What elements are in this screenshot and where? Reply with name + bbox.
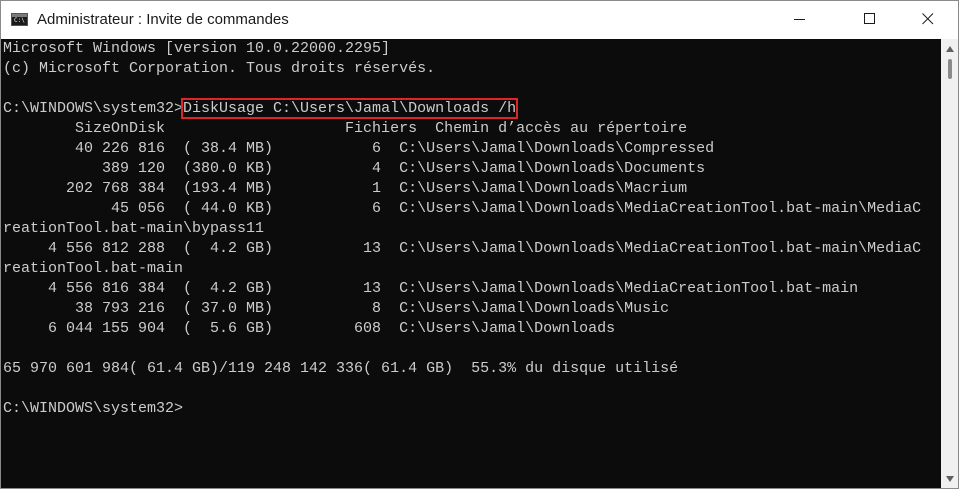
table-row: 38 793 216 ( 37.0 MB) 8 C:\Users\Jamal\D… (3, 300, 670, 317)
window-title: Administrateur : Invite de commandes (37, 11, 289, 28)
maximize-button[interactable] (848, 1, 894, 39)
scroll-thumb[interactable] (948, 59, 952, 79)
vertical-scrollbar[interactable] (941, 39, 958, 488)
minimize-button[interactable] (778, 1, 824, 39)
table-row: 4 556 812 288 ( 4.2 GB) 13 C:\Users\Jama… (3, 240, 922, 257)
table-row: 45 056 ( 44.0 KB) 6 C:\Users\Jamal\Downl… (3, 200, 922, 217)
cmd-icon: C:\ (11, 13, 28, 26)
highlighted-command: DiskUsage C:\Users\Jamal\Downloads /h (181, 98, 519, 119)
title-bar[interactable]: C:\ Administrateur : Invite de commandes (1, 1, 958, 39)
prompt: C:\WINDOWS\system32> (3, 400, 184, 417)
close-icon (922, 13, 934, 25)
table-row-wrap: reationTool.bat-main (3, 260, 184, 277)
prompt: C:\WINDOWS\system32> (3, 100, 184, 117)
table-row: 202 768 384 (193.4 MB) 1 C:\Users\Jamal\… (3, 180, 688, 197)
table-row: 6 044 155 904 ( 5.6 GB) 608 C:\Users\Jam… (3, 320, 616, 337)
scroll-down-icon[interactable] (945, 475, 955, 483)
table-row-wrap: reationTool.bat-main\bypass11 (3, 220, 265, 237)
prompt-line: C:\WINDOWS\system32>DiskUsage C:\Users\J… (3, 98, 519, 119)
close-button[interactable] (906, 1, 952, 39)
console-output[interactable]: Microsoft Windows [version 10.0.22000.22… (1, 39, 941, 488)
table-row: 4 556 816 384 ( 4.2 GB) 13 C:\Users\Jama… (3, 280, 859, 297)
minimize-icon (794, 19, 805, 20)
console-line: (c) Microsoft Corporation. Tous droits r… (3, 60, 436, 77)
console-line: Microsoft Windows [version 10.0.22000.22… (3, 40, 391, 57)
table-row: 389 120 (380.0 KB) 4 C:\Users\Jamal\Down… (3, 160, 706, 177)
maximize-icon (864, 13, 875, 24)
scroll-up-icon[interactable] (945, 45, 955, 53)
cmd-window: C:\ Administrateur : Invite de commandes… (0, 0, 959, 489)
disk-summary: 65 970 601 984( 61.4 GB)/119 248 142 336… (3, 360, 679, 377)
table-header: SizeOnDisk Fichiers Chemin d’accès au ré… (3, 120, 688, 137)
table-row: 40 226 816 ( 38.4 MB) 6 C:\Users\Jamal\D… (3, 140, 715, 157)
